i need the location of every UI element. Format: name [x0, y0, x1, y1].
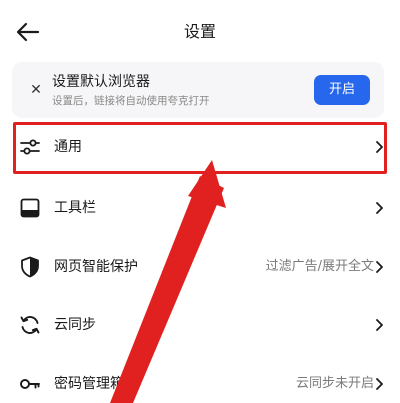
- sliders-icon: [20, 139, 40, 155]
- settings-item-general[interactable]: 通用: [0, 119, 400, 175]
- chevron-right-icon: [376, 202, 383, 214]
- settings-item-label: 云同步: [54, 317, 96, 333]
- settings-item-label: 密码管理箱: [54, 376, 124, 392]
- settings-item-cloud-sync[interactable]: 云同步: [0, 297, 400, 353]
- top-bar: 设置: [0, 0, 400, 62]
- default-browser-subtitle: 设置后，链接将自动使用夸克打开: [52, 95, 210, 107]
- key-icon: [20, 379, 40, 389]
- settings-item-toolbar[interactable]: 工具栏: [0, 180, 400, 236]
- settings-item-label: 通用: [54, 139, 82, 155]
- settings-item-label: 网页智能保护: [54, 259, 138, 275]
- toolbar-icon: [20, 198, 40, 218]
- chevron-right-icon: [376, 319, 383, 331]
- chevron-right-icon: [376, 141, 383, 153]
- page-title: 设置: [183, 22, 216, 41]
- default-browser-title: 设置默认浏览器: [52, 74, 150, 90]
- settings-item-label: 工具栏: [54, 200, 96, 216]
- chevron-right-icon: [376, 378, 383, 390]
- sync-icon: [20, 316, 40, 334]
- close-icon[interactable]: ✕: [26, 80, 46, 100]
- settings-item-password-manager[interactable]: 密码管理箱 云同步未开启: [0, 356, 400, 403]
- chevron-right-icon: [376, 261, 383, 273]
- settings-item-value: 过滤广告/展开全文: [265, 259, 374, 274]
- default-browser-card: ✕ 设置默认浏览器 设置后，链接将自动使用夸克打开 开启: [12, 62, 384, 118]
- settings-item-value: 云同步未开启: [295, 376, 374, 391]
- enable-default-browser-button[interactable]: 开启: [314, 75, 370, 105]
- settings-item-smart-protection[interactable]: 网页智能保护 过滤广告/展开全文: [0, 239, 400, 295]
- shield-icon: [21, 256, 39, 278]
